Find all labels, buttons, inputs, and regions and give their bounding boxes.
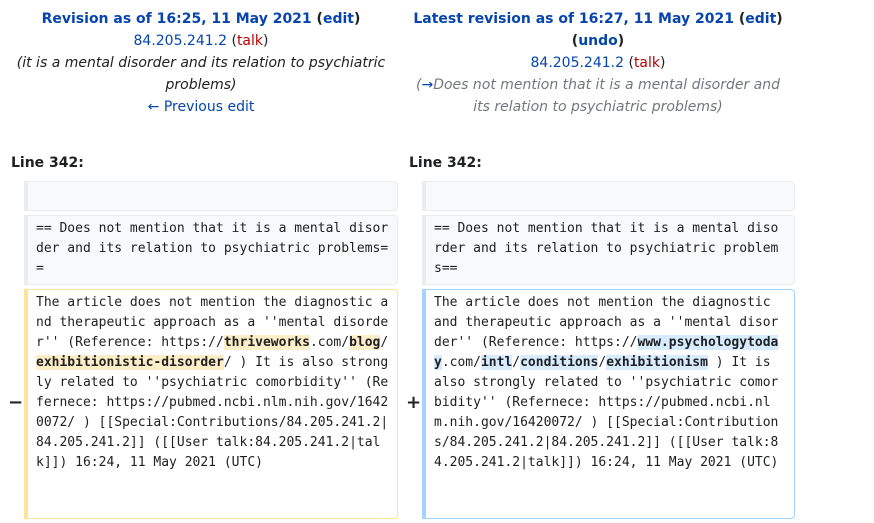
right-edit-link[interactable]: edit [745,11,776,27]
left-context-blank [24,181,398,211]
left-revision-title-line: Revision as of 16:25, 11 May 2021 (edit) [41,11,361,27]
left-talk-link[interactable]: talk [237,33,263,49]
added-line: The article does not mention the diagnos… [422,289,795,519]
deleted-line: The article does not mention the diagnos… [24,289,398,519]
added-word: exhibitionism [606,355,708,370]
left-context-heading: == Does not mention that it is a mental … [24,215,398,285]
right-user-link[interactable]: 84.205.241.2 [531,55,625,71]
right-edit-summary: (→Does not mention that it is a mental d… [415,77,781,115]
right-revision-title-line: Latest revision as of 16:27, 11 May 2021… [413,11,783,27]
right-context-heading: == Does not mention that it is a mental … [422,215,795,285]
right-user-line: 84.205.241.2 (talk) [530,55,666,71]
added-line-marker: + [406,392,422,413]
added-word: intl [480,355,513,370]
right-talk-link[interactable]: talk [634,55,660,71]
left-line-number: Line 342: [11,155,84,171]
undo-link[interactable]: undo [578,33,618,49]
left-revision-link[interactable]: Revision as of 16:25, 11 May 2021 [42,11,312,27]
added-word: conditions [520,355,599,370]
right-revision-link[interactable]: Latest revision as of 16:27, 11 May 2021 [413,11,734,27]
deleted-word: exhibitionistic-disorder [36,355,224,370]
deleted-line-marker: − [8,392,24,413]
right-revision-header: Latest revision as of 16:27, 11 May 2021… [410,8,786,118]
left-edit-link[interactable]: edit [323,11,354,27]
previous-edit-link[interactable]: ← Previous edit [148,99,255,115]
left-revision-header: Revision as of 16:25, 11 May 2021 (edit)… [12,8,390,118]
undo-line: (undo) [571,33,625,49]
left-edit-summary: (it is a mental disorder and its relatio… [16,55,386,93]
deleted-word: blog [349,335,381,350]
right-line-number: Line 342: [409,155,482,171]
section-arrow-link[interactable]: → [421,77,433,93]
right-context-blank [422,181,795,211]
deleted-word: thriveworks [223,335,310,350]
left-user-link[interactable]: 84.205.241.2 [134,33,228,49]
left-user-line: 84.205.241.2 (talk) [133,33,269,49]
right-summary-text: Does not mention that it is a mental dis… [433,77,781,115]
